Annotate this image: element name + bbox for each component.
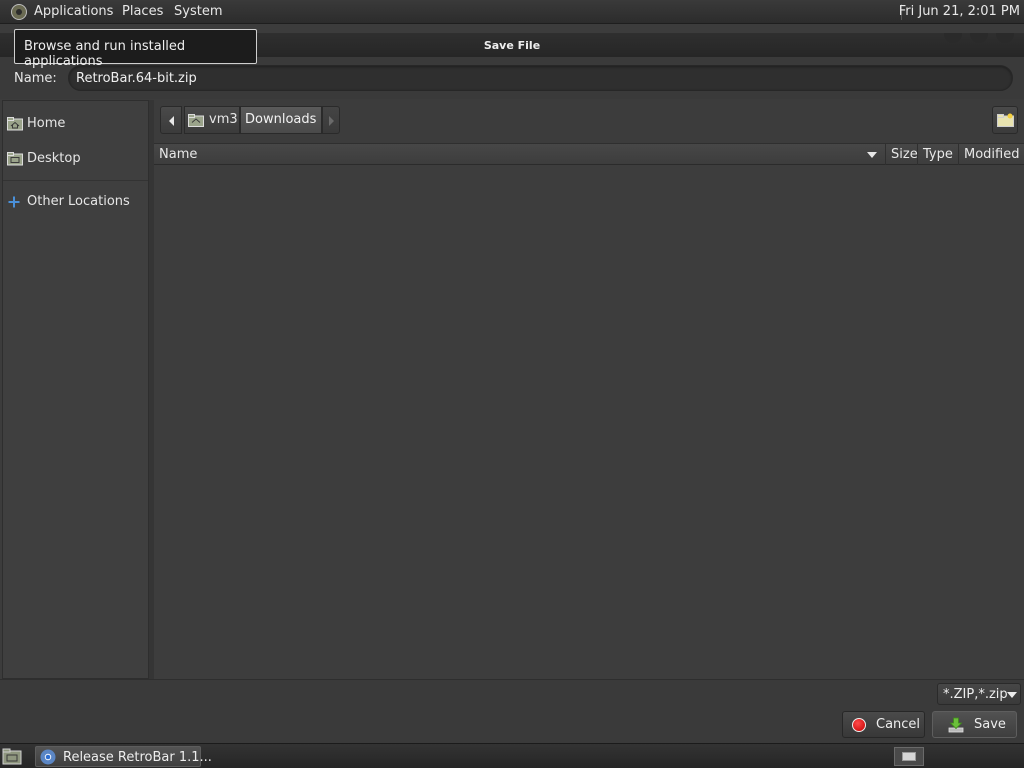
save-label: Save bbox=[974, 717, 1006, 732]
name-label: Name: bbox=[14, 71, 57, 86]
column-header-label: Name bbox=[159, 147, 198, 162]
sidebar-item-label: Desktop bbox=[27, 151, 81, 166]
workspace-window-thumbnail bbox=[902, 752, 916, 761]
chrome-icon bbox=[40, 749, 56, 765]
download-icon bbox=[948, 717, 964, 733]
sidebar-item-desktop[interactable]: Desktop bbox=[7, 150, 147, 170]
file-filter-value: *.ZIP,*.zip bbox=[943, 687, 1008, 702]
file-list-header: Name Size Type Modified bbox=[154, 143, 1024, 165]
path-segment-label: Downloads bbox=[245, 112, 317, 127]
folder-desktop-icon bbox=[7, 152, 23, 166]
path-segment-label: vm3 bbox=[209, 112, 238, 127]
cancel-label: Cancel bbox=[876, 717, 921, 732]
clock[interactable]: Fri Jun 21, 2:01 PM bbox=[899, 4, 1020, 19]
taskbar: Release RetroBar 1.1... bbox=[0, 743, 1024, 768]
plus-icon bbox=[8, 196, 20, 208]
filename-input[interactable]: RetroBar.64-bit.zip bbox=[68, 65, 1013, 91]
file-list[interactable] bbox=[154, 165, 1024, 679]
cancel-button[interactable]: Cancel bbox=[842, 711, 925, 738]
sidebar-item-label: Home bbox=[27, 116, 66, 131]
places-sidebar: Home Desktop Other Locations bbox=[2, 100, 149, 679]
chevron-left-icon bbox=[169, 116, 174, 126]
create-folder-button[interactable] bbox=[992, 106, 1018, 134]
column-header-name[interactable]: Name bbox=[154, 144, 886, 165]
folder-home-icon bbox=[188, 114, 204, 127]
column-header-modified[interactable]: Modified bbox=[959, 144, 1024, 165]
cancel-icon bbox=[852, 718, 866, 732]
path-scroll-left-button[interactable] bbox=[160, 106, 182, 134]
sidebar-item-home[interactable]: Home bbox=[7, 115, 147, 135]
path-bar: vm3 Downloads bbox=[160, 106, 340, 134]
sidebar-item-other-locations[interactable]: Other Locations bbox=[7, 193, 147, 213]
file-browser-pane: vm3 Downloads Name Size Type Modified bbox=[154, 100, 1024, 679]
chevron-down-icon bbox=[1007, 692, 1017, 698]
dialog-action-area: *.ZIP,*.zip Cancel Save bbox=[0, 679, 1024, 743]
column-header-type[interactable]: Type bbox=[918, 144, 959, 165]
top-panel: Applications Places System Fri Jun 21, 2… bbox=[0, 0, 1024, 24]
new-folder-icon bbox=[997, 113, 1014, 127]
sidebar-item-label: Other Locations bbox=[27, 194, 130, 209]
menu-system[interactable]: System bbox=[174, 4, 222, 19]
path-segment-downloads[interactable]: Downloads bbox=[240, 106, 322, 134]
chevron-right-icon bbox=[329, 116, 334, 126]
save-button[interactable]: Save bbox=[932, 711, 1017, 738]
taskbar-item-browser[interactable]: Release RetroBar 1.1... bbox=[35, 746, 212, 767]
sidebar-separator bbox=[3, 180, 148, 181]
sort-descending-icon bbox=[867, 152, 877, 158]
column-header-size[interactable]: Size bbox=[886, 144, 918, 165]
path-scroll-right-button[interactable] bbox=[322, 106, 340, 134]
show-desktop-icon[interactable] bbox=[2, 748, 22, 765]
workspace-switcher[interactable] bbox=[894, 747, 924, 766]
tooltip: Browse and run installed applications bbox=[14, 29, 257, 69]
file-filter-dropdown[interactable]: *.ZIP,*.zip bbox=[937, 683, 1021, 705]
menu-applications[interactable]: Applications bbox=[34, 4, 113, 19]
taskbar-item-label: Release RetroBar 1.1... bbox=[63, 750, 212, 765]
path-segment-vm3[interactable]: vm3 bbox=[184, 106, 240, 134]
menu-places[interactable]: Places bbox=[122, 4, 163, 19]
app-menu-logo-icon[interactable] bbox=[10, 3, 28, 21]
folder-home-icon bbox=[7, 117, 23, 131]
